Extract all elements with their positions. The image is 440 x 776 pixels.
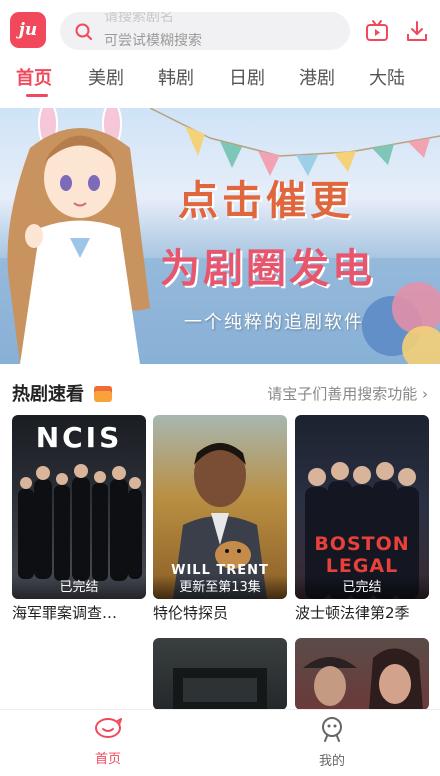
banner-subheadline: 为剧圈发电 xyxy=(160,246,375,292)
nav-profile[interactable]: 我的 xyxy=(292,716,372,769)
active-tab-indicator xyxy=(26,94,48,97)
tv-schedule-icon[interactable] xyxy=(362,16,392,46)
banner-tagline: 一个纯粹的追剧软件 xyxy=(184,312,364,333)
drama-card-boston-legal[interactable]: BOSTON LEGAL 已完结 xyxy=(295,415,429,599)
promo-banner[interactable]: 点击催更 为剧圈发电 一个纯粹的追剧软件 xyxy=(0,108,440,364)
category-tabs: 首页 美剧 韩剧 日剧 港剧 大陆 xyxy=(0,58,440,98)
drama-card-will-trent[interactable]: WILL TRENT 更新至第13集 xyxy=(153,415,287,599)
app-logo[interactable]: ju xyxy=(10,12,46,48)
tab-mainland[interactable]: 大陆 xyxy=(369,64,405,90)
home-icon xyxy=(95,718,122,738)
nav-home[interactable]: 首页 xyxy=(68,716,148,767)
tab-us-drama[interactable]: 美剧 xyxy=(88,64,124,90)
search-tip-link[interactable]: 请宝子们善用搜索功能 › xyxy=(267,383,428,404)
drama-title[interactable]: 波士顿法律第2季 xyxy=(295,602,410,623)
profile-icon xyxy=(322,717,342,742)
search-icon xyxy=(75,23,92,40)
top-bar: ju 请搜索剧名 可尝试模糊搜索 xyxy=(0,0,440,56)
bottom-nav: 首页 我的 xyxy=(0,709,440,776)
status-badge: 已完结 xyxy=(295,575,429,599)
nav-label: 我的 xyxy=(318,754,345,769)
tab-home[interactable]: 首页 xyxy=(16,64,52,90)
download-icon[interactable] xyxy=(402,16,432,46)
tab-korean-drama[interactable]: 韩剧 xyxy=(158,64,194,90)
gift-icon xyxy=(94,386,113,402)
banner-headline: 点击催更 xyxy=(178,178,354,224)
tab-hk-drama[interactable]: 港剧 xyxy=(299,64,335,90)
drama-title[interactable]: 海军罪案调查… xyxy=(12,602,117,623)
poster-art xyxy=(303,648,423,710)
poster-art xyxy=(173,668,267,710)
search-placeholder-previous: 请搜索剧名 xyxy=(104,12,174,25)
tab-japanese-drama[interactable]: 日剧 xyxy=(229,64,265,90)
drama-card[interactable] xyxy=(295,638,429,710)
drama-card-ncis[interactable]: NCIS 已完结 xyxy=(12,415,146,599)
drama-title[interactable]: 特伦特探员 xyxy=(153,602,228,623)
status-badge: 已完结 xyxy=(12,575,146,599)
search-bar[interactable]: 请搜索剧名 可尝试模糊搜索 xyxy=(60,12,350,50)
drama-card[interactable] xyxy=(153,638,287,710)
search-placeholder: 可尝试模糊搜索 xyxy=(104,33,202,49)
section-title: 热剧速看 xyxy=(12,380,113,406)
status-badge: 更新至第13集 xyxy=(153,575,287,599)
nav-label: 首页 xyxy=(94,752,121,767)
poster-title: BOSTON LEGAL xyxy=(314,533,410,577)
